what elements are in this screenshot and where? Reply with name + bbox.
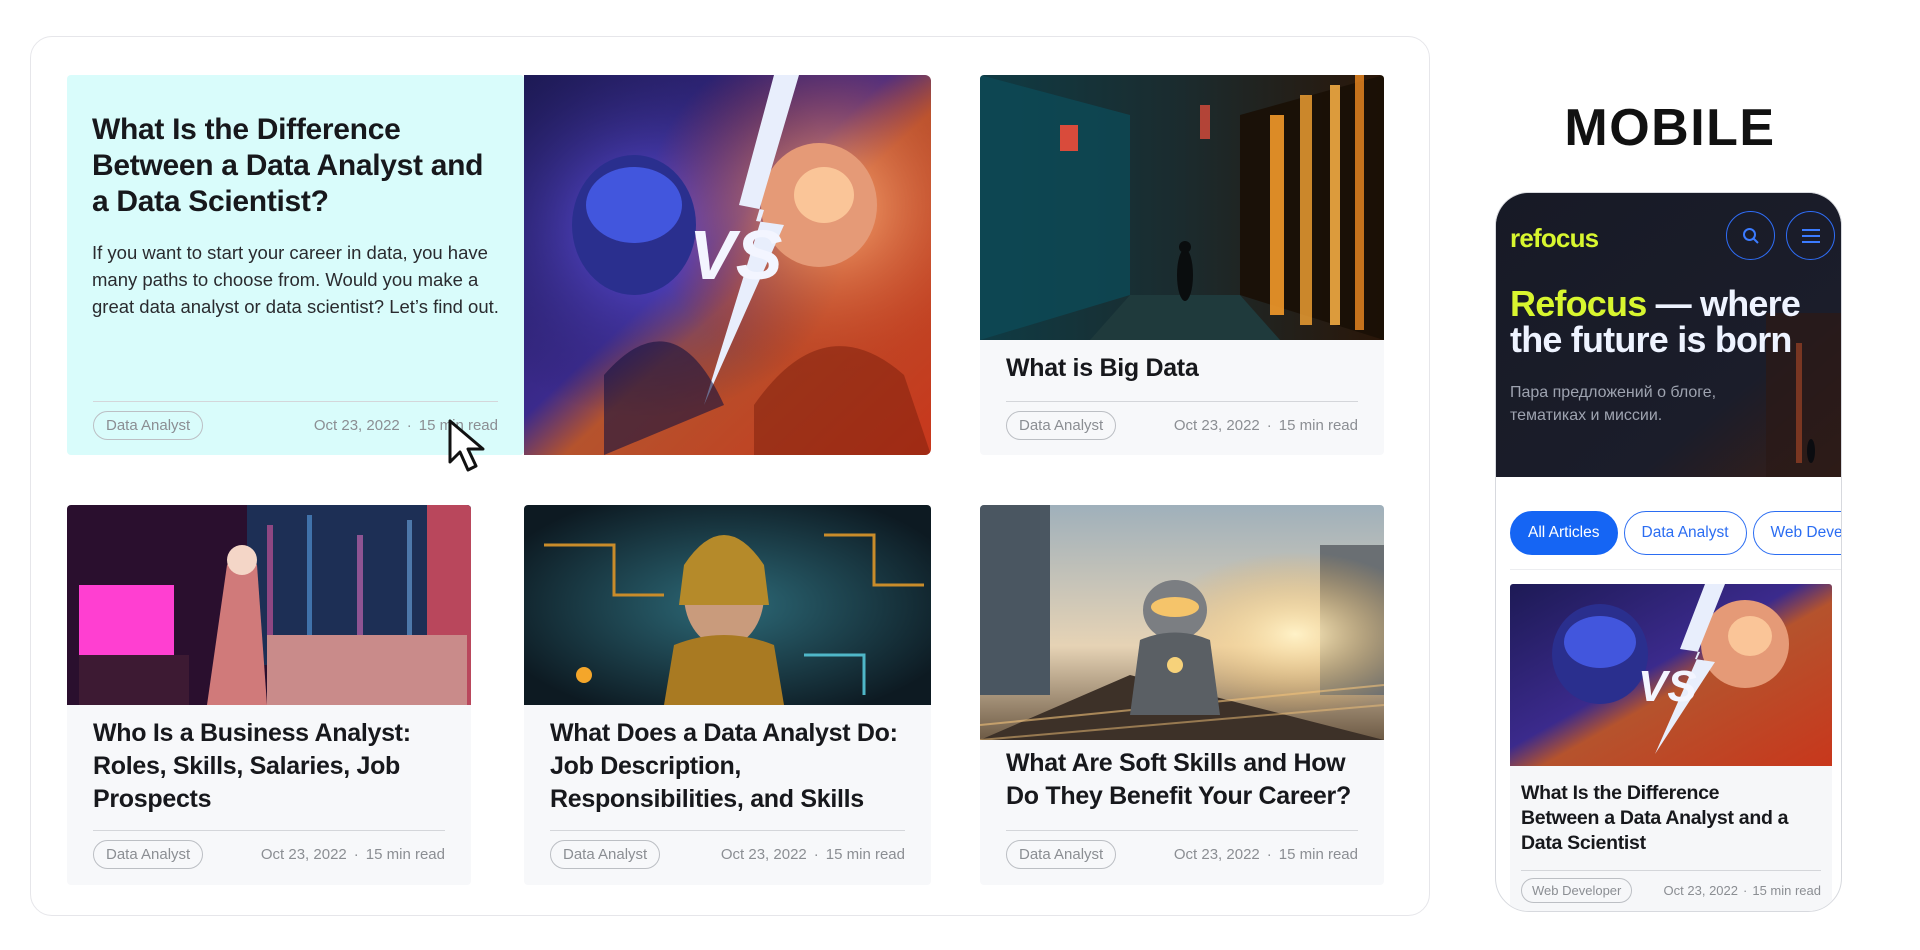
article-read-time: 15 min read: [1278, 417, 1358, 434]
card-footer: Data Analyst Oct 23, 2022 · 15 min read: [1006, 411, 1358, 440]
article-card[interactable]: Who Is a Business Analyst: Roles, Skills…: [67, 505, 471, 885]
chip-data-analyst[interactable]: Data Analyst: [1623, 511, 1747, 555]
tag-badge[interactable]: Data Analyst: [1006, 840, 1117, 869]
tag-badge[interactable]: Data Analyst: [1006, 411, 1117, 440]
article-date: Oct 23, 2022: [1663, 883, 1738, 898]
article-read-time: 15 min read: [825, 846, 905, 863]
tag-badge[interactable]: Web Developer: [1521, 878, 1633, 903]
mobile-article-image: VS: [1510, 584, 1832, 766]
tag-badge[interactable]: Data Analyst: [93, 840, 204, 869]
card-divider: [93, 401, 498, 402]
tag-badge[interactable]: Data Analyst: [550, 840, 661, 869]
article-image: [980, 505, 1384, 740]
card-divider: [1006, 830, 1358, 831]
card-divider: [1006, 401, 1358, 402]
article-card[interactable]: What Does a Data Analyst Do: Job Descrip…: [524, 505, 931, 885]
featured-article-title[interactable]: What Is the Difference Between a Data An…: [92, 112, 504, 220]
featured-article-excerpt: If you want to start your career in data…: [92, 242, 499, 317]
article-title[interactable]: What Does a Data Analyst Do: Job Descrip…: [550, 717, 905, 816]
vs-overlay-text: VS: [1638, 662, 1697, 711]
article-image: [524, 505, 931, 705]
featured-article-image[interactable]: VS: [524, 75, 931, 455]
menu-icon: [1801, 228, 1820, 243]
article-card[interactable]: What Are Soft Skills and How Do They Ben…: [980, 505, 1384, 885]
menu-button[interactable]: [1786, 211, 1835, 260]
card-divider: [1521, 870, 1821, 871]
article-date: Oct 23, 2022: [313, 417, 400, 434]
article-date: Oct 23, 2022: [1173, 846, 1260, 863]
article-meta: Oct 23, 2022 · 15 min read: [720, 846, 905, 863]
mobile-article-card[interactable]: VS What Is the Difference Between a Data…: [1510, 584, 1832, 911]
tag-badge[interactable]: Data Analyst: [93, 411, 204, 440]
hero-title: Refocus — where the future is born: [1510, 286, 1830, 358]
card-divider: [550, 830, 905, 831]
mobile-preview: refocus Refocus — where the future is bo…: [1495, 192, 1842, 912]
article-image: [67, 505, 471, 705]
refocus-logo[interactable]: refocus: [1510, 223, 1599, 254]
article-card[interactable]: What is Big Data Data Analyst Oct 23, 20…: [980, 75, 1384, 455]
mobile-hero: refocus Refocus — where the future is bo…: [1496, 193, 1841, 477]
vs-overlay-text: VS: [689, 216, 783, 294]
article-read-time: 15 min read: [1752, 883, 1821, 898]
article-title[interactable]: Who Is a Business Analyst: Roles, Skills…: [93, 717, 445, 816]
chip-web-developer[interactable]: Web Developer: [1752, 511, 1841, 555]
card-footer: Data Analyst Oct 23, 2022 · 15 min read: [1006, 840, 1358, 869]
card-footer: Data Analyst Oct 23, 2022 · 15 min read: [550, 840, 905, 869]
article-read-time: 15 min read: [365, 846, 445, 863]
featured-article-card[interactable]: What Is the Difference Between a Data An…: [67, 75, 524, 455]
article-title[interactable]: What is Big Data: [1006, 353, 1358, 384]
article-image: [980, 75, 1384, 340]
article-read-time: 15 min read: [1278, 846, 1358, 863]
article-date: Oct 23, 2022: [1173, 417, 1260, 434]
search-icon: [1742, 227, 1759, 244]
card-footer: Data Analyst Oct 23, 2022 · 15 min read: [93, 411, 498, 440]
mobile-section-label: MOBILE: [1564, 99, 1776, 157]
card-footer: Web Developer Oct 23, 2022 · 15 min read: [1521, 878, 1821, 903]
cursor-arrow-icon: [447, 418, 497, 474]
hero-subtitle: Пара предложений о блоге, тематиках и ми…: [1510, 384, 1717, 424]
chip-all-articles[interactable]: All Articles: [1510, 511, 1618, 555]
article-meta: Oct 23, 2022 · 15 min read: [1173, 846, 1358, 863]
search-button[interactable]: [1726, 211, 1775, 260]
article-meta: Oct 23, 2022 · 15 min read: [1663, 883, 1821, 898]
article-date: Oct 23, 2022: [260, 846, 347, 863]
card-footer: Data Analyst Oct 23, 2022 · 15 min read: [93, 840, 445, 869]
card-divider: [93, 830, 445, 831]
article-meta: Oct 23, 2022 · 15 min read: [1173, 417, 1358, 434]
article-title[interactable]: What Are Soft Skills and How Do They Ben…: [1006, 747, 1358, 813]
article-meta: Oct 23, 2022 · 15 min read: [260, 846, 445, 863]
article-date: Oct 23, 2022: [720, 846, 807, 863]
hero-title-accent: Refocus: [1510, 283, 1647, 324]
mobile-article-title[interactable]: What Is the Difference Between a Data An…: [1521, 781, 1791, 856]
chips-divider: [1510, 569, 1841, 570]
category-filter-chips: All Articles Data Analyst Web Developer: [1510, 511, 1841, 555]
